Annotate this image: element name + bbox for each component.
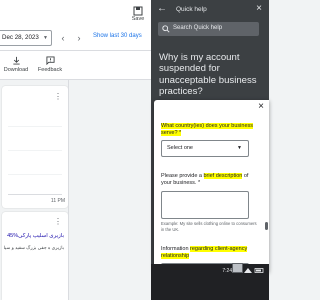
description-hint: Example: My site sells clothing online t… — [161, 221, 257, 232]
description-question-highlight: brief description — [203, 173, 243, 179]
chart-gridline — [8, 174, 62, 175]
question-client-agency: Information regarding client-agency rela… — [161, 246, 257, 260]
action-bar: Download Feedback — [0, 51, 151, 80]
date-range-value: Dec 28, 2023 — [2, 34, 39, 41]
close-icon[interactable]: × — [258, 101, 264, 112]
chart-card: ⋮ 11 PM — [2, 86, 68, 208]
client-agency-question-prefix: Information — [161, 246, 191, 252]
download-label: Download — [3, 67, 29, 73]
dialog-scrollbar[interactable] — [265, 222, 268, 230]
quick-help-search-input[interactable]: Search Quick help — [158, 22, 259, 36]
contact-form-dialog: × What country(ies) does your business s… — [154, 100, 269, 272]
save-button[interactable]: Save — [128, 4, 148, 26]
floating-button[interactable] — [232, 263, 243, 273]
ad-description: بازیری ه جفی بزرگ سفید و سیاه — [4, 245, 64, 250]
quick-help-header: ← Quick help × — [151, 0, 269, 20]
next-period-button[interactable]: › — [74, 32, 84, 44]
feedback-button[interactable]: Feedback — [36, 56, 64, 73]
feedback-icon — [45, 56, 55, 65]
search-placeholder: Search Quick help — [173, 25, 223, 31]
dropdown-caret-icon: ▼ — [43, 35, 48, 41]
description-question-prefix: Please provide a — [161, 173, 204, 179]
download-icon — [12, 56, 20, 65]
divider — [68, 80, 69, 300]
search-icon — [162, 25, 170, 33]
business-description-field[interactable] — [161, 191, 249, 219]
article-title: Why is my account suspended for unaccept… — [159, 52, 257, 97]
country-select-value: Select one — [167, 145, 193, 151]
show-last-30-days-link[interactable]: Show last 30 days — [93, 33, 142, 39]
back-arrow-icon[interactable]: ← — [157, 3, 167, 14]
chevron-down-icon: ▼ — [237, 145, 242, 151]
wifi-battery-icon — [244, 268, 264, 273]
feedback-label: Feedback — [37, 67, 63, 73]
more-options-icon[interactable]: ⋮ — [54, 92, 62, 101]
status-bar: 7:24 PM — [151, 264, 269, 300]
chart-x-tick-label: 11 PM — [50, 198, 65, 204]
chart-gridline — [8, 126, 62, 127]
save-icon — [133, 6, 143, 16]
country-question-label: What country(ies) does your business ser… — [161, 123, 254, 136]
previous-period-button[interactable]: ‹ — [58, 32, 68, 44]
download-button[interactable]: Download — [3, 56, 29, 73]
question-country: What country(ies) does your business ser… — [161, 123, 257, 137]
main-app: Dec 28, 2023 ▼ ‹ › Show last 30 days Sav… — [0, 0, 151, 300]
ad-headline[interactable]: بازیری اسلیپ پارکی%45 — [4, 233, 64, 239]
quick-help-title: Quick help — [176, 6, 207, 13]
date-range-selector[interactable]: Dec 28, 2023 ▼ — [0, 30, 52, 46]
more-options-icon[interactable]: ⋮ — [54, 217, 62, 226]
question-business-description: Please provide a brief description of yo… — [161, 173, 257, 187]
chart-gridline — [8, 150, 62, 151]
chart-baseline — [8, 194, 62, 195]
save-label: Save — [131, 16, 145, 22]
ad-preview-card: ⋮ بازیری اسلیپ پارکی%45 بازیری ه جفی بزر… — [2, 212, 68, 300]
country-select[interactable]: Select one ▼ — [161, 140, 249, 157]
close-icon[interactable]: × — [256, 3, 262, 14]
report-toolbar: Dec 28, 2023 ▼ ‹ › Show last 30 days Sav… — [0, 0, 151, 51]
